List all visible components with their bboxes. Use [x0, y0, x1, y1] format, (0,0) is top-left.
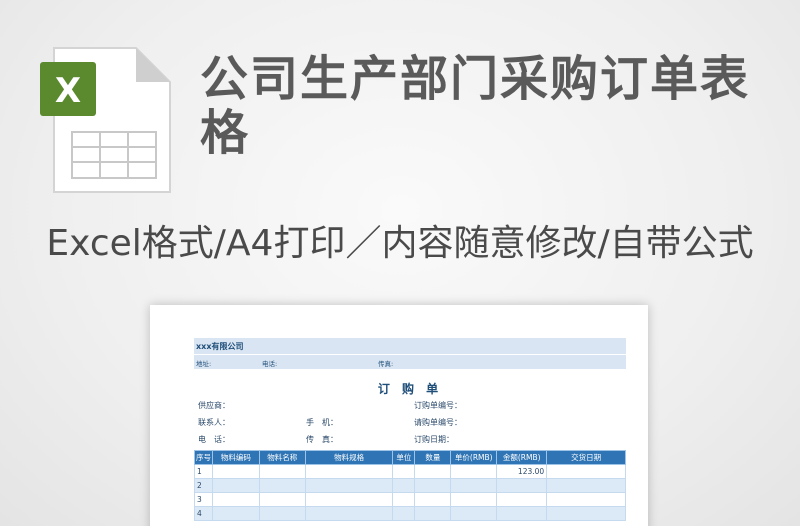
table-cell [450, 492, 498, 507]
info-row: 供应商： 订购单编号： [194, 397, 626, 414]
column-header: 物料规格 [304, 450, 394, 465]
mobile-label: 手 机： [306, 418, 338, 427]
table-cell: 4 [194, 506, 213, 521]
table-cell [392, 506, 416, 521]
table-cell [304, 492, 394, 507]
table-cell [450, 464, 498, 479]
table-row: 1 123.00 [194, 464, 626, 479]
request-number-label: 请购单编号： [414, 418, 462, 427]
table-cell [450, 478, 498, 493]
table-cell [414, 478, 452, 493]
column-header: 交货日期 [546, 450, 626, 465]
table-cell: 1 [194, 464, 213, 479]
table-cell [546, 506, 626, 521]
table-cell [304, 464, 394, 479]
column-header: 金额(RMB) [496, 450, 548, 465]
table-cell [211, 464, 260, 479]
table-cell [211, 492, 260, 507]
table-cell [211, 478, 260, 493]
address-label: 地址: [196, 360, 212, 368]
table-cell [496, 478, 548, 493]
phone-field-label: 电 话： [198, 435, 230, 444]
table-cell [258, 506, 306, 521]
table-cell [304, 506, 394, 521]
table-cell [304, 478, 394, 493]
table-cell [450, 506, 498, 521]
table-row: 4 [194, 506, 626, 521]
info-row: 电 话： 传 真： 订购日期： [194, 431, 626, 448]
table-row: 3 [194, 492, 626, 507]
column-header: 单价(RMB) [450, 450, 498, 465]
table-cell: 123.00 [496, 464, 548, 479]
address-bar: 地址: 电话: 传真: [194, 355, 626, 369]
contact-label: 联系人： [198, 418, 230, 427]
table-cell [496, 506, 548, 521]
column-header: 物料编码 [211, 450, 260, 465]
fax-field-label: 传 真： [306, 435, 338, 444]
table-row: 2 [194, 478, 626, 493]
table-cell: 2 [194, 478, 213, 493]
order-number-label: 订购单编号： [414, 401, 462, 410]
table-cell [546, 478, 626, 493]
table-cell [414, 506, 452, 521]
fax-label: 传真: [378, 360, 394, 368]
table-cell [211, 506, 260, 521]
table-cell [258, 492, 306, 507]
supplier-label: 供应商： [198, 401, 230, 410]
table-cell [546, 492, 626, 507]
company-name: xxx有限公司 [194, 338, 626, 354]
table-cell [258, 464, 306, 479]
column-header: 序号 [194, 450, 213, 465]
order-items-table: 序号 物料编码 物料名称 物料规格 单位 数量 单价(RMB) 金额(RMB) … [194, 450, 626, 521]
table-header-row: 序号 物料编码 物料名称 物料规格 单位 数量 单价(RMB) 金额(RMB) … [194, 450, 626, 465]
table-cell [392, 464, 416, 479]
column-header: 数量 [414, 450, 452, 465]
table-cell [258, 478, 306, 493]
column-header: 单位 [392, 450, 416, 465]
table-cell [392, 478, 416, 493]
page-subline: Excel格式/A4打印／内容随意修改/自带公式 [46, 223, 754, 264]
excel-file-icon: X [40, 47, 171, 193]
table-cell: 3 [194, 492, 213, 507]
table-cell [496, 492, 548, 507]
table-cell [414, 492, 452, 507]
table-cell [546, 464, 626, 479]
excel-x-letter: X [55, 71, 81, 111]
order-title: 订 购 单 [377, 382, 443, 396]
spreadsheet-preview: xxx有限公司 地址: 电话: 传真: 订 购 单 供应商： 订购单编号： 联系… [150, 305, 648, 526]
info-row: 联系人： 手 机： 请购单编号： [194, 414, 626, 431]
column-header: 物料名称 [258, 450, 306, 465]
table-cell [414, 464, 452, 479]
order-date-label: 订购日期： [414, 435, 454, 444]
table-cell [392, 492, 416, 507]
phone-label: 电话: [262, 360, 278, 368]
page-headline: 公司生产部门采购订单表格 [200, 51, 751, 161]
